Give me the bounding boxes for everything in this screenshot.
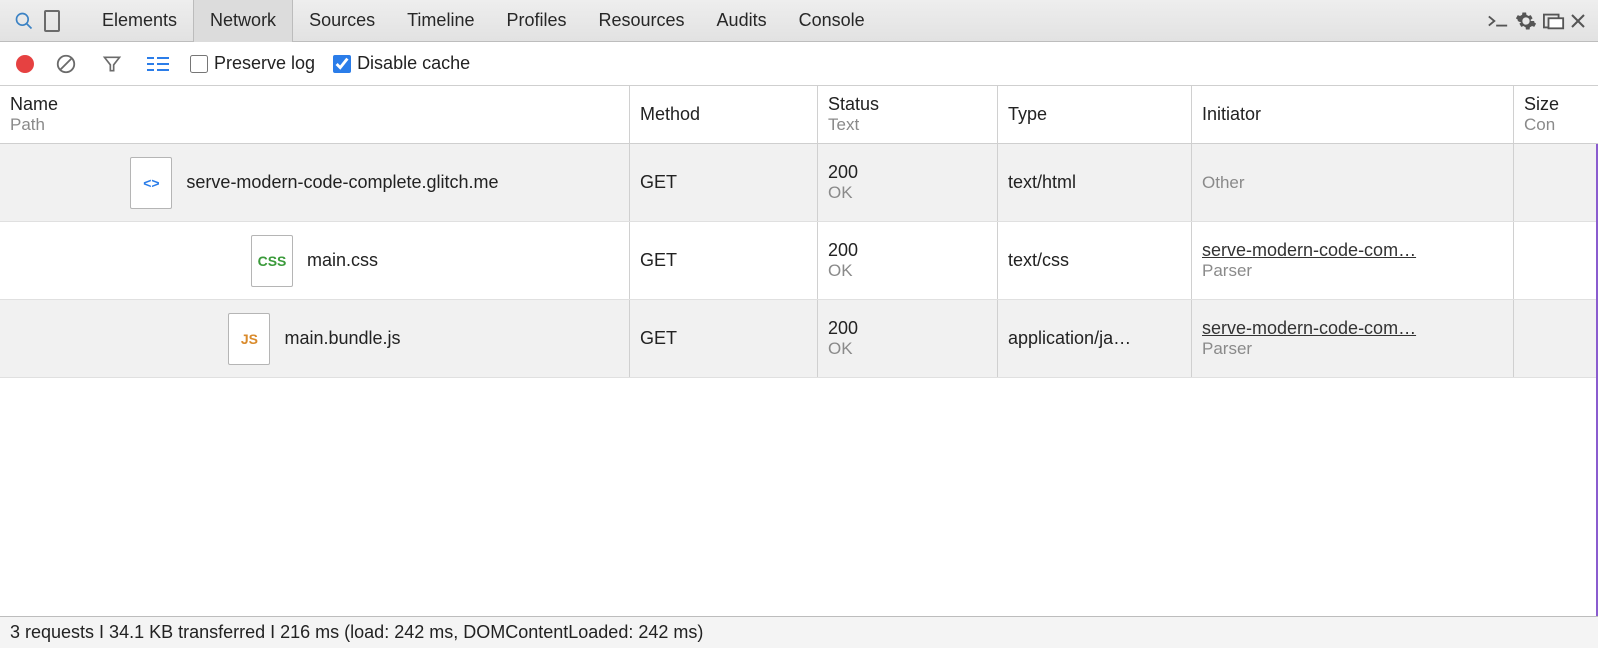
preserve-log-input[interactable] [190, 55, 208, 73]
request-name: main.css [307, 250, 378, 271]
disable-cache-checkbox[interactable]: Disable cache [333, 53, 470, 74]
request-method: GET [630, 300, 818, 377]
request-size [1514, 222, 1598, 299]
tab-resources[interactable]: Resources [583, 0, 701, 42]
clear-icon[interactable] [52, 50, 80, 78]
request-initiator: serve-modern-code-com… Parser [1192, 222, 1514, 299]
preserve-log-checkbox[interactable]: Preserve log [190, 53, 315, 74]
devtools-tabbar: Elements Network Sources Timeline Profil… [0, 0, 1598, 42]
tab-network[interactable]: Network [193, 0, 293, 42]
request-size [1514, 300, 1598, 377]
request-size [1514, 144, 1598, 221]
settings-gear-icon[interactable] [1512, 7, 1540, 35]
record-button[interactable] [16, 55, 34, 73]
col-header-status[interactable]: Status Text [818, 86, 998, 143]
js-file-icon: JS [228, 313, 270, 365]
html-file-icon: <> [130, 157, 172, 209]
show-drawer-icon[interactable] [1484, 7, 1512, 35]
tab-timeline[interactable]: Timeline [391, 0, 490, 42]
overview-icon[interactable] [144, 50, 172, 78]
tab-console[interactable]: Console [783, 0, 881, 42]
request-status: 200 OK [818, 144, 998, 221]
col-header-type[interactable]: Type [998, 86, 1192, 143]
device-toggle-icon[interactable] [38, 7, 66, 35]
network-table-header: Name Path Method Status Text Type Initia… [0, 86, 1598, 144]
request-type: application/ja… [998, 300, 1192, 377]
col-header-initiator[interactable]: Initiator [1192, 86, 1514, 143]
disable-cache-input[interactable] [333, 55, 351, 73]
col-header-size[interactable]: Size Con [1514, 86, 1598, 143]
dock-side-icon[interactable] [1540, 7, 1568, 35]
col-header-method[interactable]: Method [630, 86, 818, 143]
tab-audits[interactable]: Audits [701, 0, 783, 42]
request-method: GET [630, 222, 818, 299]
request-status: 200 OK [818, 222, 998, 299]
request-name: main.bundle.js [284, 328, 400, 349]
table-row[interactable]: <> serve-modern-code-complete.glitch.me … [0, 144, 1598, 222]
tab-elements[interactable]: Elements [86, 0, 193, 42]
request-method: GET [630, 144, 818, 221]
request-initiator: Other [1192, 144, 1514, 221]
network-table-body: <> serve-modern-code-complete.glitch.me … [0, 144, 1598, 616]
disable-cache-label: Disable cache [357, 53, 470, 74]
table-row[interactable]: JS main.bundle.js GET 200 OK application… [0, 300, 1598, 378]
tab-sources[interactable]: Sources [293, 0, 391, 42]
filter-icon[interactable] [98, 50, 126, 78]
table-row[interactable]: CSS main.css GET 200 OK text/css serve-m… [0, 222, 1598, 300]
tab-profiles[interactable]: Profiles [490, 0, 582, 42]
request-type: text/css [998, 222, 1192, 299]
status-summary: 3 requests I 34.1 KB transferred I 216 m… [10, 622, 703, 643]
preserve-log-label: Preserve log [214, 53, 315, 74]
request-status: 200 OK [818, 300, 998, 377]
css-file-icon: CSS [251, 235, 293, 287]
network-toolbar: Preserve log Disable cache [0, 42, 1598, 86]
col-header-name[interactable]: Name Path [0, 86, 630, 143]
search-icon[interactable] [10, 7, 38, 35]
request-name: serve-modern-code-complete.glitch.me [186, 172, 498, 193]
close-icon[interactable] [1568, 7, 1588, 35]
request-initiator: serve-modern-code-com… Parser [1192, 300, 1514, 377]
request-type: text/html [998, 144, 1192, 221]
network-status-bar: 3 requests I 34.1 KB transferred I 216 m… [0, 616, 1598, 648]
